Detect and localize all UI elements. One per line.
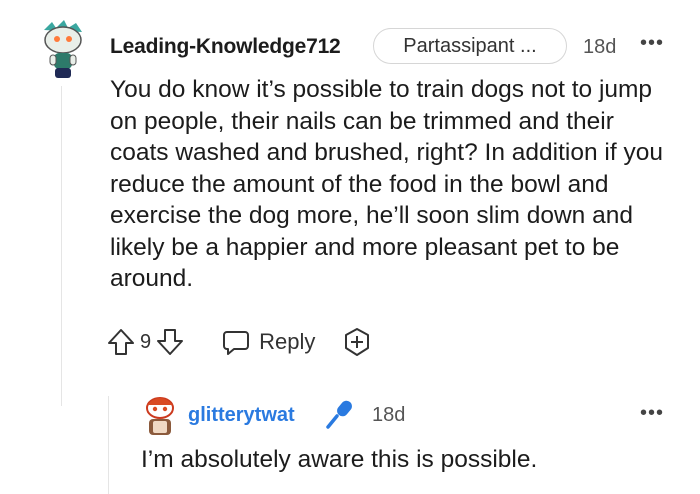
reply-thread-line[interactable] (108, 396, 109, 494)
vote-count: 9 (140, 330, 152, 353)
comment-timestamp[interactable]: 18d (583, 36, 616, 59)
reply-more-options-icon[interactable]: ••• (640, 402, 664, 425)
upvote-icon (108, 329, 134, 355)
downvote-icon (157, 329, 184, 355)
flair-label: Partassipant ... (403, 34, 537, 57)
comment-bubble-icon (223, 331, 250, 355)
comment-username[interactable]: Leading-Knowledge712 (110, 35, 341, 59)
award-button[interactable] (341, 326, 373, 358)
commenter-avatar[interactable] (38, 18, 88, 80)
reply-button[interactable]: Reply (221, 327, 315, 357)
downvote-button[interactable] (155, 327, 185, 357)
reply-label: Reply (259, 329, 316, 354)
award-plus-icon (345, 328, 370, 356)
user-flair: Partassipant ... (373, 28, 567, 64)
reply-timestamp[interactable]: 18d (372, 404, 405, 427)
more-options-icon[interactable]: ••• (640, 32, 664, 55)
reply-username[interactable]: glitterytwat (188, 404, 295, 427)
microphone-icon (323, 397, 357, 431)
thread-line[interactable] (61, 86, 62, 406)
upvote-button[interactable] (106, 327, 136, 357)
reply-avatar[interactable] (140, 393, 180, 439)
comment-body: You do know it’s possible to train dogs … (110, 76, 663, 292)
comment-actions: 9 Reply (106, 322, 373, 362)
reply-body: I’m absolutely aware this is possible. (141, 446, 538, 473)
